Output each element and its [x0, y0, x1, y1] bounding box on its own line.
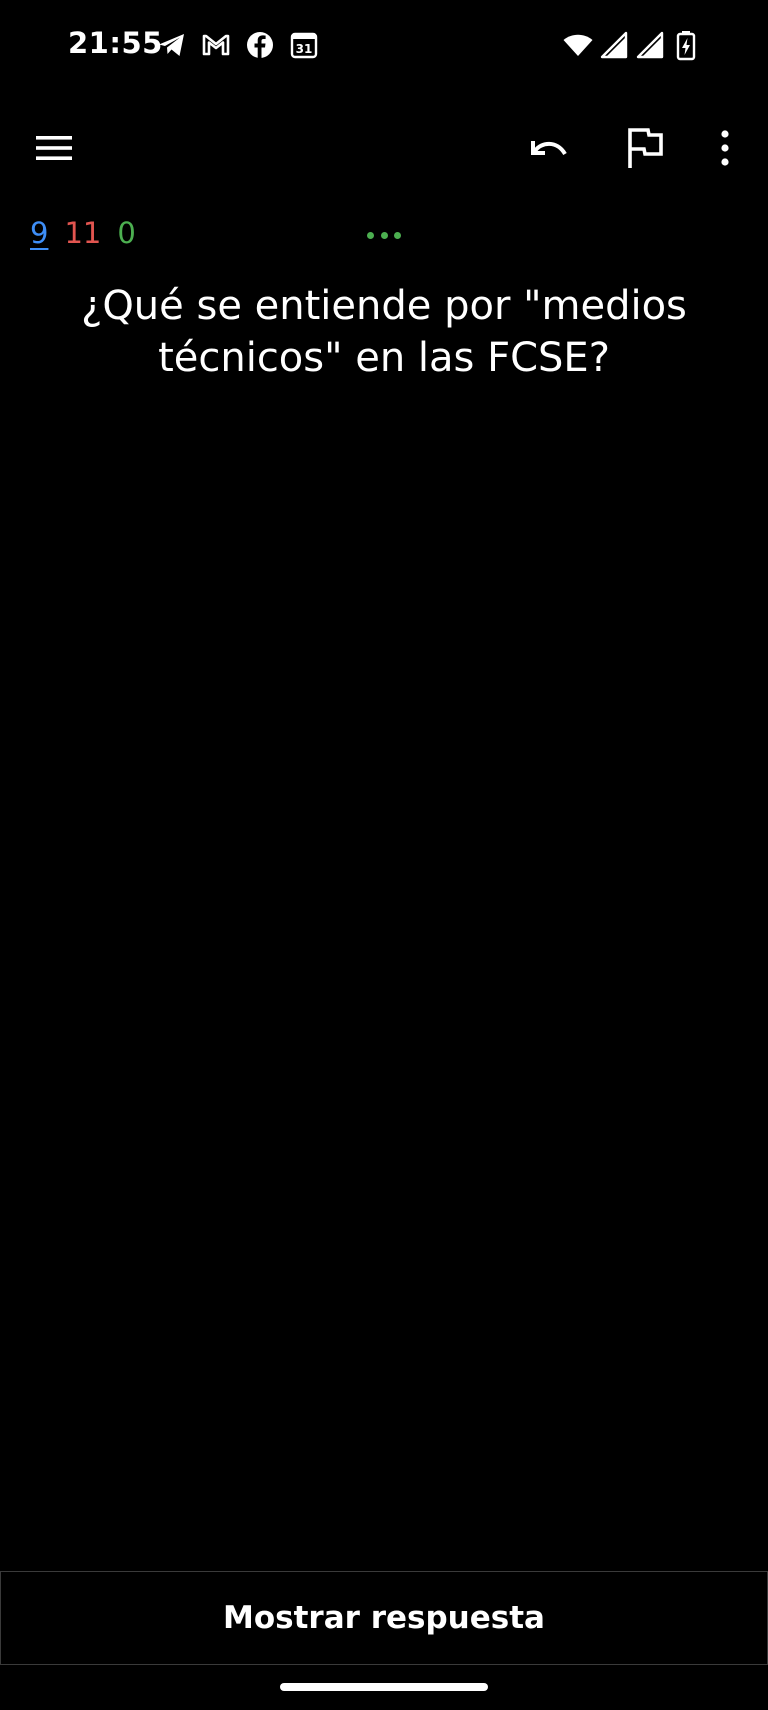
undo-button[interactable]	[511, 110, 587, 186]
undo-icon	[531, 141, 567, 156]
gmail-icon	[202, 34, 230, 56]
more-options-button[interactable]	[687, 110, 763, 186]
progress-dots-icon	[367, 230, 401, 240]
system-icons	[562, 28, 702, 62]
calendar-icon: 31	[290, 32, 318, 59]
show-answer-button[interactable]: Mostrar respuesta	[0, 1571, 768, 1665]
status-time: 21:55	[68, 26, 163, 60]
gesture-handle[interactable]	[280, 1683, 488, 1691]
card-question: ¿Qué se entiende por "medios técnicos" e…	[81, 283, 687, 381]
reviewer-screen: 21:55 31 9 11 0 ¿Qué se entiende por "me…	[0, 0, 768, 1710]
flag-button[interactable]	[607, 110, 683, 186]
telegram-icon	[159, 34, 184, 56]
status-bar: 21:55 31	[0, 0, 768, 90]
menu-icon	[36, 136, 72, 160]
facebook-icon	[247, 32, 273, 58]
battery-charging-icon	[676, 31, 696, 61]
signal-icon	[600, 31, 628, 59]
notification-icons: 31	[156, 28, 320, 62]
review-count: 0	[117, 216, 136, 250]
wifi-icon	[563, 34, 593, 56]
more-vert-icon	[721, 130, 729, 166]
new-count: 9	[30, 216, 49, 250]
learning-count: 11	[64, 216, 102, 250]
signal-icon	[636, 31, 664, 59]
card-counts: 9 11 0	[30, 216, 136, 256]
top-toolbar	[0, 110, 768, 186]
flag-icon	[628, 128, 663, 168]
calendar-day: 31	[296, 42, 313, 56]
navigation-menu-button[interactable]	[16, 110, 92, 186]
